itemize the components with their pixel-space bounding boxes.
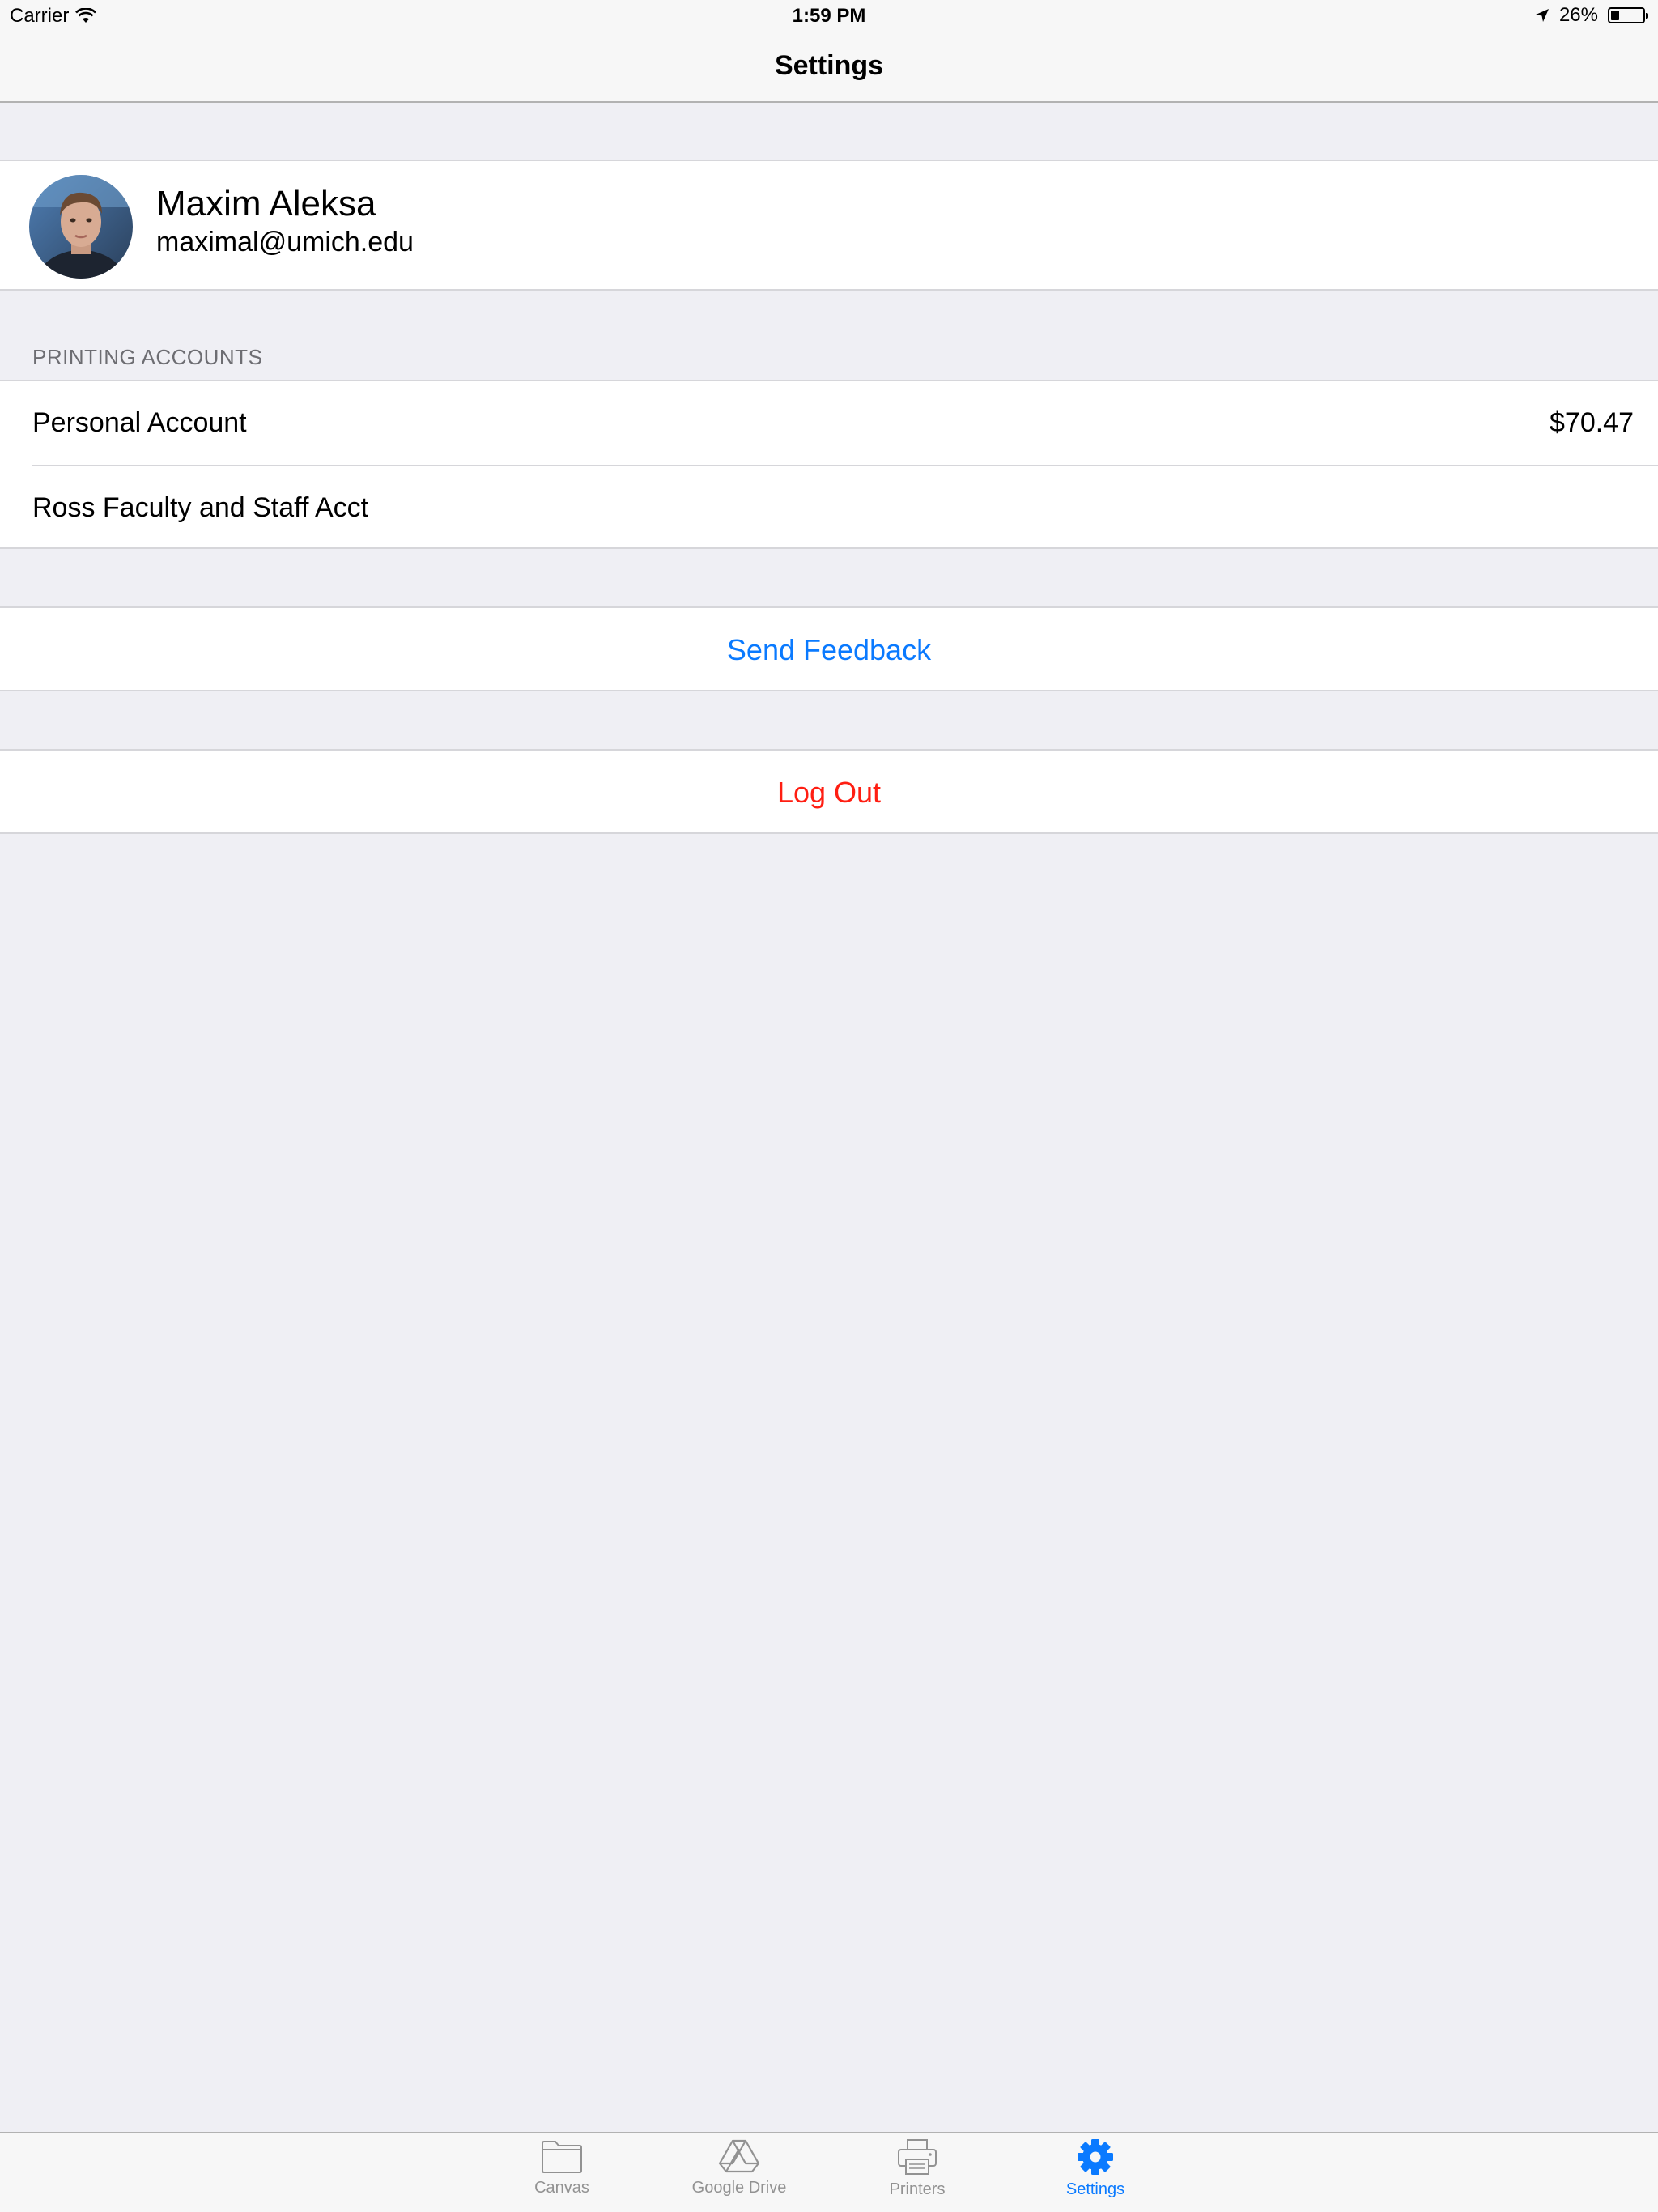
tab-settings[interactable]: Settings	[1014, 2138, 1176, 2199]
profile-email: maximal@umich.edu	[156, 227, 414, 257]
log-out-button[interactable]: Log Out	[0, 749, 1658, 834]
account-label: Ross Faculty and Staff Acct	[32, 492, 369, 523]
gear-icon	[1078, 2139, 1113, 2175]
tab-canvas[interactable]: Canvas	[481, 2138, 643, 2197]
profile-name: Maxim Aleksa	[156, 184, 376, 223]
navigation-bar: Carrier 1:59 PM 26% Settings	[0, 0, 1658, 103]
avatar-photo	[29, 175, 133, 279]
google-drive-icon	[718, 2139, 760, 2173]
printer-icon	[898, 2139, 937, 2175]
battery-level	[1611, 11, 1619, 20]
log-out-label: Log Out	[776, 776, 882, 809]
location-arrow-icon	[1535, 9, 1549, 22]
account-balance: $70.47	[1550, 407, 1634, 438]
tab-label: Canvas	[534, 2179, 589, 2197]
section-header-printing-accounts: PRINTING ACCOUNTS	[32, 345, 263, 369]
tab-label: Settings	[1065, 2180, 1125, 2198]
status-bar: Carrier 1:59 PM 26%	[0, 0, 1658, 32]
tab-printers[interactable]: Printers	[836, 2138, 998, 2199]
account-label: Personal Account	[32, 407, 247, 438]
send-feedback-label: Send Feedback	[726, 633, 932, 666]
account-row-personal[interactable]: Personal Account $70.47	[0, 381, 1658, 465]
tab-label: Google Drive	[691, 2179, 787, 2197]
page-title: Settings	[774, 50, 884, 81]
status-right: 26%	[1535, 4, 1648, 27]
profile-row: Maxim Aleksa maximal@umich.edu	[0, 160, 1658, 291]
printing-accounts-list: Personal Account $70.47 Ross Faculty and…	[0, 380, 1658, 549]
status-time: 1:59 PM	[792, 5, 866, 27]
send-feedback-button[interactable]: Send Feedback	[0, 606, 1658, 691]
battery-icon	[1608, 7, 1648, 23]
account-row-ross[interactable]: Ross Faculty and Staff Acct	[0, 466, 1658, 550]
tab-label: Printers	[889, 2180, 946, 2198]
avatar	[29, 175, 133, 279]
tab-google-drive[interactable]: Google Drive	[658, 2138, 820, 2197]
tab-bar: Canvas Google Drive Printers Settings	[0, 2132, 1658, 2212]
battery-percentage: 26%	[1558, 4, 1598, 26]
folder-icon	[542, 2141, 582, 2173]
